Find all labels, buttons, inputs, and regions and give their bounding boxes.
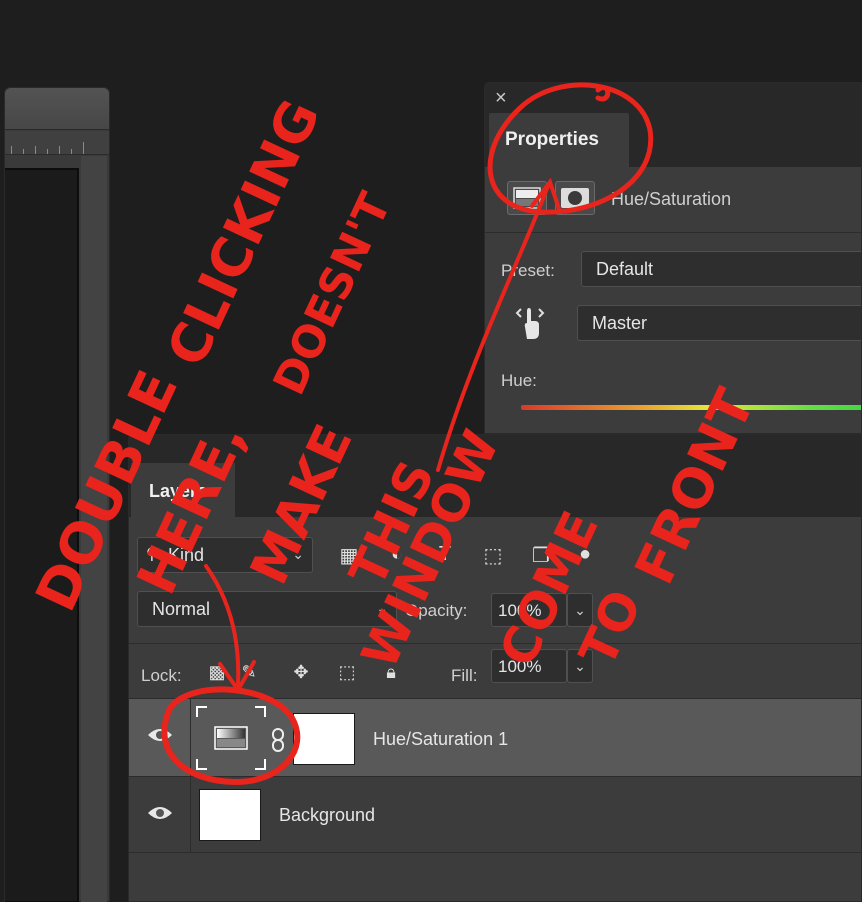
preset-dropdown[interactable]: Default bbox=[581, 251, 861, 287]
on-image-adjust-icon[interactable] bbox=[515, 305, 545, 341]
document-canvas[interactable] bbox=[5, 168, 79, 902]
fill-input[interactable]: 100% bbox=[491, 649, 567, 683]
adjustment-header: Hue/Saturation bbox=[485, 167, 861, 233]
document-scrollbar[interactable] bbox=[81, 156, 107, 902]
annotation-word: DOESN'T bbox=[264, 185, 402, 402]
type-layer-filter-icon[interactable]: T bbox=[433, 543, 457, 567]
channel-dropdown[interactable]: Master bbox=[577, 305, 861, 341]
layers-panel: Layers ⚲ Kind ⌄ ▦ ◐ T ⬚ ❐ ● Normal ⌄ Opa… bbox=[128, 434, 862, 902]
document-window bbox=[4, 87, 110, 902]
layers-header: Layers bbox=[129, 435, 861, 517]
close-icon[interactable]: × bbox=[495, 87, 507, 110]
visibility-toggle[interactable] bbox=[129, 699, 191, 776]
opacity-label: Opacity: bbox=[405, 601, 468, 620]
lock-all-icon[interactable]: 🔒︎ bbox=[379, 662, 403, 686]
search-icon: ⚲ bbox=[146, 546, 158, 563]
eye-icon bbox=[148, 807, 172, 819]
layer-name[interactable]: Background bbox=[279, 805, 375, 826]
eye-icon bbox=[148, 729, 172, 741]
layer-mask-thumbnail[interactable] bbox=[293, 713, 355, 765]
adjustment-name: Hue/Saturation bbox=[611, 189, 732, 209]
properties-panel: × Properties Hue/Saturation Preset: Defa… bbox=[484, 82, 862, 434]
chevron-down-icon: ⌄ bbox=[292, 546, 304, 562]
properties-header: × Properties bbox=[485, 83, 861, 167]
filter-toggle-icon[interactable]: ● bbox=[573, 543, 597, 567]
fill-label: Fill: bbox=[451, 666, 478, 685]
blend-mode-dropdown[interactable]: Normal ⌄ bbox=[137, 591, 397, 627]
tab-properties[interactable]: Properties bbox=[489, 113, 629, 167]
document-titlebar[interactable] bbox=[5, 88, 109, 130]
pixel-layer-filter-icon[interactable]: ▦ bbox=[337, 543, 361, 567]
adjustment-layer-thumbnail[interactable] bbox=[195, 705, 267, 771]
filter-kind-dropdown[interactable]: ⚲ Kind ⌄ bbox=[137, 537, 313, 573]
layer-thumbnail[interactable] bbox=[199, 789, 261, 841]
adjustment-layer-filter-icon[interactable]: ◐ bbox=[385, 543, 409, 567]
hue-label: Hue: bbox=[501, 371, 537, 390]
hue-slider-track[interactable] bbox=[521, 405, 861, 410]
blend-mode-label: Normal bbox=[152, 599, 211, 619]
properties-tab-label: Properties bbox=[505, 129, 599, 150]
fill-slider-button[interactable]: ⌄ bbox=[567, 649, 593, 683]
preset-label: Preset: bbox=[501, 261, 555, 280]
lock-position-icon[interactable]: ✥ bbox=[289, 662, 313, 686]
shape-layer-filter-icon[interactable]: ⬚ bbox=[481, 543, 505, 567]
chevron-down-icon: ⌄ bbox=[376, 600, 388, 616]
horizontal-ruler bbox=[5, 131, 109, 155]
lock-transparent-pixels-icon[interactable]: ▩ bbox=[205, 662, 229, 686]
smart-object-filter-icon[interactable]: ❐ bbox=[529, 543, 553, 567]
visibility-toggle[interactable] bbox=[129, 777, 191, 852]
annotation-word: CLICKING bbox=[155, 90, 333, 375]
mask-icon[interactable] bbox=[555, 181, 595, 215]
opacity-input[interactable]: 100% bbox=[491, 593, 567, 627]
lock-artboard-icon[interactable]: ⬚ bbox=[335, 662, 359, 686]
opacity-slider-button[interactable]: ⌄ bbox=[567, 593, 593, 627]
layers-tab-label: Layers bbox=[149, 481, 208, 501]
layer-name[interactable]: Hue/Saturation 1 bbox=[373, 729, 508, 750]
lock-label: Lock: bbox=[141, 666, 182, 685]
adjustment-icon[interactable] bbox=[507, 181, 547, 215]
layer-row-hue-saturation[interactable]: Hue/Saturation 1 bbox=[129, 699, 861, 777]
lock-image-pixels-icon[interactable]: ✎ bbox=[237, 662, 261, 686]
link-icon[interactable] bbox=[269, 727, 287, 753]
layer-row-background[interactable]: Background bbox=[129, 777, 861, 853]
filter-kind-label: Kind bbox=[168, 545, 205, 565]
tab-layers[interactable]: Layers bbox=[131, 463, 235, 517]
